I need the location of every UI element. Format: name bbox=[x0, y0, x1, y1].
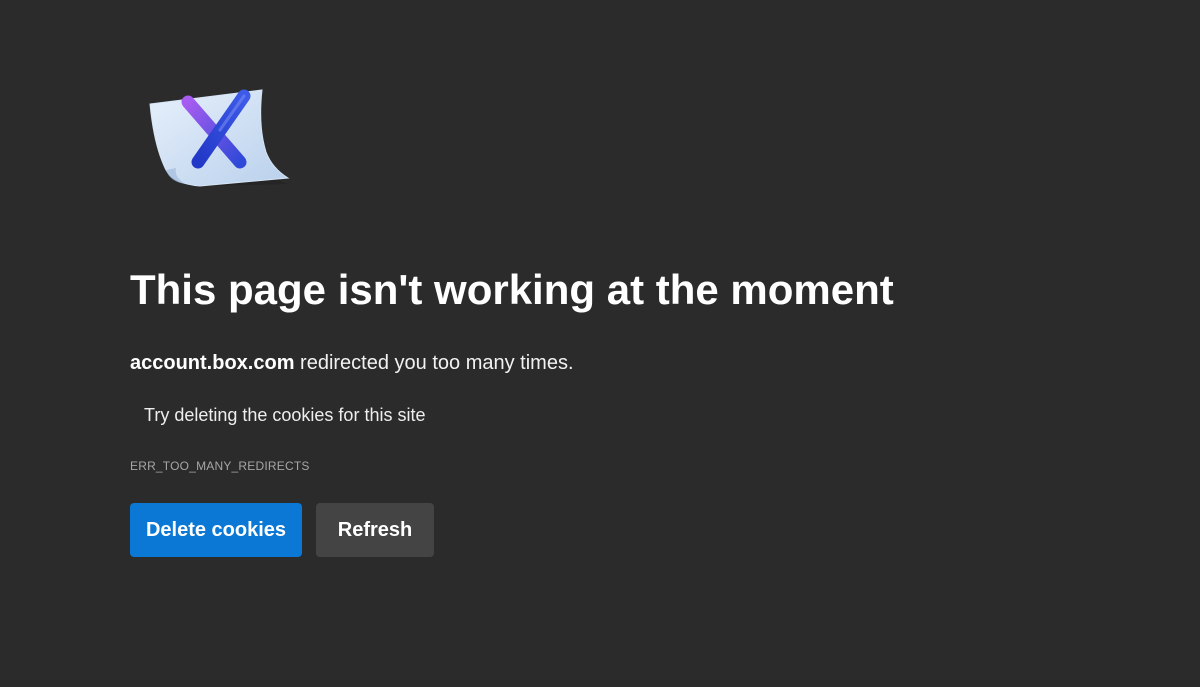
error-code: ERR_TOO_MANY_REDIRECTS bbox=[130, 459, 310, 473]
host-name: account.box.com bbox=[130, 352, 295, 374]
error-description: account.box.com redirected you too many … bbox=[130, 352, 574, 375]
error-page: This page isn't working at the moment ac… bbox=[0, 0, 1200, 687]
error-document-x-icon bbox=[140, 86, 296, 196]
delete-cookies-button[interactable]: Delete cookies bbox=[130, 503, 302, 557]
refresh-button[interactable]: Refresh bbox=[316, 503, 434, 557]
page-title: This page isn't working at the moment bbox=[130, 266, 894, 313]
suggestion-text: Try deleting the cookies for this site bbox=[144, 405, 426, 425]
error-description-text: redirected you too many times. bbox=[294, 352, 574, 374]
